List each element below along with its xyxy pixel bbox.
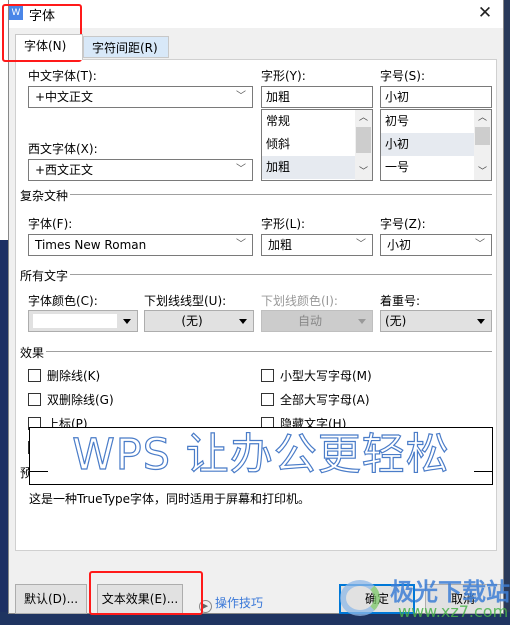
font-dialog: W 字体 ✕ 字体(N) 字符间距(R) 中文字体(T): +中文正文 ﹀ 字形… <box>8 0 504 614</box>
font-color-label: 字体颜色(C): <box>28 294 98 308</box>
dropdown-arrow-icon[interactable] <box>123 319 131 324</box>
scroll-up-icon[interactable]: ︿ <box>355 110 372 126</box>
double-strikethrough-checkbox[interactable]: 双删除线(G) <box>28 393 114 407</box>
preview-sample-text: WPS 让办公更轻松 <box>72 429 450 480</box>
size-label: 字号(S): <box>380 69 426 83</box>
checkbox-box[interactable] <box>28 369 41 382</box>
complex-script-group-title: 复杂文种 <box>20 187 71 204</box>
checkbox-box[interactable] <box>261 393 274 406</box>
checkbox-box[interactable] <box>261 369 274 382</box>
size-scrollbar[interactable]: ︿ ﹀ <box>474 110 491 180</box>
complex-size-value: 小初 <box>387 238 412 252</box>
effects-group-title: 效果 <box>20 344 47 361</box>
chinese-font-value: +中文正文 <box>35 90 94 104</box>
chevron-down-icon[interactable]: ﹀ <box>475 235 485 255</box>
western-font-combo[interactable]: +西文正文 ﹀ <box>28 159 253 181</box>
checkbox-label: 小型大写字母(M) <box>280 369 372 383</box>
style-label: 字形(Y): <box>261 69 306 83</box>
checkbox-label: 删除线(K) <box>47 369 101 383</box>
scroll-down-icon[interactable]: ﹀ <box>474 164 491 180</box>
underline-style-value: (无) <box>181 314 203 328</box>
style-listbox[interactable]: 常规 倾斜 加粗 ︿ ﹀ <box>261 109 373 181</box>
ok-button[interactable]: 确定 <box>339 584 415 614</box>
emphasis-value: (无) <box>385 314 407 328</box>
font-type-note: 这是一种TrueType字体，同时适用于屏幕和打印机。 <box>29 492 311 506</box>
play-circle-icon: ▶ <box>199 600 212 613</box>
chevron-down-icon[interactable]: ﹀ <box>356 235 366 255</box>
underline-color-dropdown: 自动 <box>261 310 373 332</box>
complex-style-value: 加粗 <box>268 238 293 252</box>
emphasis-label: 着重号: <box>380 294 421 308</box>
checkbox-box[interactable] <box>28 393 41 406</box>
chinese-font-label: 中文字体(T): <box>28 69 97 83</box>
all-caps-checkbox[interactable]: 全部大写字母(A) <box>261 393 370 407</box>
style-input[interactable]: 加粗 <box>261 86 373 108</box>
small-caps-checkbox[interactable]: 小型大写字母(M) <box>261 369 372 383</box>
scrollbar-thumb[interactable] <box>475 127 490 145</box>
all-text-group-title: 所有文字 <box>20 267 71 284</box>
chevron-down-icon[interactable]: ﹀ <box>236 235 246 255</box>
emphasis-dropdown[interactable]: (无) <box>380 310 492 332</box>
style-option-selected[interactable]: 加粗 <box>262 156 355 179</box>
font-color-swatch <box>33 314 117 328</box>
complex-size-combo[interactable]: 小初 ﹀ <box>380 234 492 256</box>
complex-size-label: 字号(Z): <box>380 217 426 231</box>
checkbox-label: 全部大写字母(A) <box>280 393 370 407</box>
dropdown-arrow-icon[interactable] <box>477 319 485 324</box>
baseline-marker-right <box>474 471 492 472</box>
underline-style-label: 下划线线型(U): <box>144 294 227 308</box>
strikethrough-checkbox[interactable]: 删除线(K) <box>28 369 100 383</box>
scroll-up-icon[interactable]: ︿ <box>474 110 491 126</box>
default-button[interactable]: 默认(D)... <box>15 584 87 614</box>
tips-link[interactable]: ▶ 操作技巧 <box>199 594 263 613</box>
chevron-down-icon[interactable]: ﹀ <box>236 160 246 180</box>
group-divider <box>20 274 492 275</box>
tab-font[interactable]: 字体(N) <box>15 34 83 60</box>
style-scrollbar[interactable]: ︿ ﹀ <box>355 110 372 180</box>
cancel-button[interactable]: 取消 <box>425 584 501 614</box>
complex-style-combo[interactable]: 加粗 ﹀ <box>261 234 373 256</box>
western-font-label: 西文字体(X): <box>28 142 98 156</box>
tips-label: 操作技巧 <box>215 596 264 610</box>
size-listbox[interactable]: 初号 小初 一号 ︿ ﹀ <box>380 109 492 181</box>
tab-character-spacing[interactable]: 字符间距(R) <box>83 36 169 58</box>
western-font-value: +西文正文 <box>35 163 94 177</box>
preview-box: WPS 让办公更轻松 <box>29 427 493 485</box>
underline-style-dropdown[interactable]: (无) <box>144 310 254 332</box>
dialog-title: 字体 <box>29 9 56 24</box>
size-input[interactable]: 小初 <box>380 86 492 108</box>
underline-color-label: 下划线颜色(I): <box>261 294 338 308</box>
close-button[interactable]: ✕ <box>473 2 497 24</box>
complex-font-label: 字体(F): <box>28 217 73 231</box>
complex-style-label: 字形(L): <box>261 217 306 231</box>
title-bar: W 字体 ✕ <box>9 0 503 28</box>
checkbox-label: 双删除线(G) <box>47 393 114 407</box>
size-option-selected[interactable]: 小初 <box>381 133 474 156</box>
font-color-dropdown[interactable] <box>28 310 138 332</box>
chevron-down-icon[interactable]: ﹀ <box>236 87 246 107</box>
text-effects-button[interactable]: 文本效果(E)... <box>97 584 183 614</box>
complex-font-value: Times New Roman <box>35 238 147 252</box>
scrollbar-thumb[interactable] <box>356 127 371 153</box>
scroll-down-icon[interactable]: ﹀ <box>355 164 372 180</box>
dropdown-arrow-icon[interactable] <box>239 319 247 324</box>
group-divider <box>20 351 492 352</box>
group-divider <box>20 194 492 195</box>
complex-font-combo[interactable]: Times New Roman ﹀ <box>28 234 253 256</box>
underline-color-value: 自动 <box>297 314 322 328</box>
dropdown-arrow-icon <box>358 319 366 324</box>
wps-writer-icon: W <box>9 6 23 20</box>
chinese-font-combo[interactable]: +中文正文 ﹀ <box>28 86 253 108</box>
